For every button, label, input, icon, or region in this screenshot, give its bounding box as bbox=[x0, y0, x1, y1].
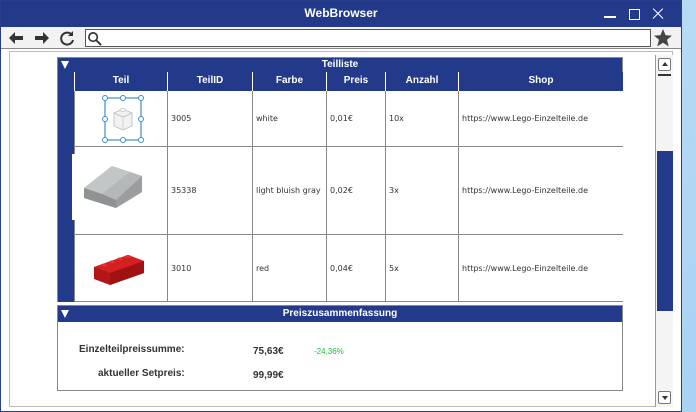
collapse-triangle-icon[interactable] bbox=[61, 61, 69, 69]
parts-list-title: Teilliste bbox=[321, 59, 359, 70]
set-price-label: aktueller Setpreis: bbox=[98, 368, 185, 379]
table-cell-shop[interactable]: https://www.Lego-Einzelteile.de bbox=[458, 235, 623, 302]
white-brick-image[interactable] bbox=[102, 95, 144, 143]
collapse-triangle-icon[interactable] bbox=[61, 310, 69, 318]
browser-toolbar bbox=[1, 27, 681, 49]
table-cell-id: 3005 bbox=[167, 91, 252, 147]
address-bar[interactable] bbox=[85, 29, 651, 47]
title-bar: WebBrowser bbox=[1, 1, 681, 27]
table-cell-color: white bbox=[252, 91, 326, 147]
scroll-up-icon[interactable] bbox=[658, 58, 671, 71]
table-cell-color: light bluish gray bbox=[252, 147, 326, 235]
table-cell-shop[interactable]: https://www.Lego-Einzelteile.de bbox=[458, 91, 623, 147]
column-header-part[interactable]: Teil bbox=[74, 72, 167, 91]
column-header-color[interactable]: Farbe bbox=[252, 72, 326, 91]
table-cell-color: red bbox=[252, 235, 326, 302]
table-cell-count: 3x bbox=[385, 147, 458, 235]
vertical-scrollbar[interactable] bbox=[655, 55, 673, 407]
price-summary-panel: Preiszusammenfassung Einzelteilpreissumm… bbox=[57, 305, 623, 391]
column-header-shop[interactable]: Shop bbox=[458, 72, 623, 91]
table-row-image-cell[interactable] bbox=[74, 91, 167, 147]
refresh-icon[interactable] bbox=[58, 29, 76, 47]
table-cell-shop[interactable]: https://www.Lego-Einzelteile.de bbox=[458, 147, 623, 235]
table-row-image-cell[interactable] bbox=[74, 235, 167, 302]
column-header-id[interactable]: TeilID bbox=[167, 72, 252, 91]
table-cell-count: 10x bbox=[385, 91, 458, 147]
price-summary-title: Preiszusammenfassung bbox=[282, 308, 398, 319]
parts-list-panel: Teilliste Teil TeilID Farbe Preis Anzahl… bbox=[57, 57, 623, 302]
table-cell-price: 0,04€ bbox=[326, 235, 385, 302]
scroll-down-icon[interactable] bbox=[658, 391, 671, 404]
parts-list-header: Teilliste bbox=[58, 58, 622, 72]
sum-label: Einzelteilpreissumme: bbox=[79, 344, 185, 355]
column-header-count[interactable]: Anzahl bbox=[385, 72, 458, 91]
sum-percent: -24,36% bbox=[314, 347, 344, 356]
close-icon[interactable] bbox=[649, 5, 667, 23]
maximize-icon[interactable] bbox=[625, 5, 643, 23]
set-price-value: 99,99€ bbox=[253, 370, 284, 381]
price-summary-header: Preiszusammenfassung bbox=[58, 306, 622, 322]
red-brick-image[interactable] bbox=[90, 245, 148, 289]
scrollbar-thumb[interactable] bbox=[657, 151, 673, 311]
search-icon bbox=[88, 32, 102, 46]
scroll-top-marker bbox=[658, 74, 671, 76]
light-bluish-gray-slope-image[interactable] bbox=[72, 154, 154, 220]
back-arrow-icon[interactable] bbox=[7, 29, 25, 47]
table-cell-id: 35338 bbox=[167, 147, 252, 235]
table-cell-count: 5x bbox=[385, 235, 458, 302]
table-row-image-cell[interactable] bbox=[72, 147, 167, 235]
table-cell-id: 3010 bbox=[167, 235, 252, 302]
sum-value: 75,63€ bbox=[253, 346, 284, 357]
column-header-price[interactable]: Preis bbox=[326, 72, 385, 91]
bookmark-star-icon[interactable] bbox=[653, 28, 673, 48]
browser-window: WebBrowser Teilliste Teil TeilID Farbe P… bbox=[0, 0, 682, 412]
forward-arrow-icon[interactable] bbox=[33, 29, 51, 47]
minimize-icon[interactable] bbox=[601, 5, 619, 23]
window-title: WebBrowser bbox=[304, 6, 378, 20]
table-cell-price: 0,02€ bbox=[326, 147, 385, 235]
table-cell-price: 0,01€ bbox=[326, 91, 385, 147]
